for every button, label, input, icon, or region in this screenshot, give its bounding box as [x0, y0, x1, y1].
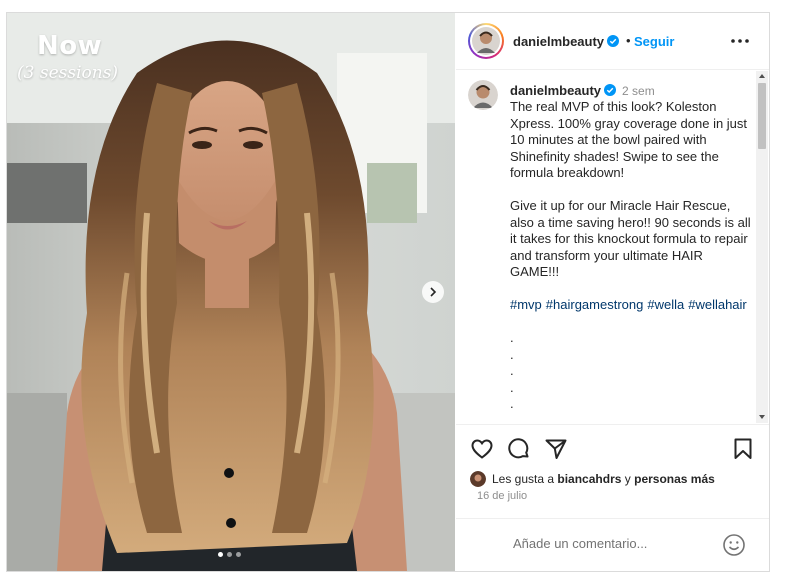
share-button[interactable] [544, 437, 568, 461]
post-side-panel: danielmbeauty • Seguir danielmbeauty 2 s… [456, 13, 769, 571]
comments-area[interactable]: danielmbeauty 2 sem The real MVP of this … [456, 71, 769, 423]
hashtag-link[interactable]: #mvp [510, 297, 542, 312]
carousel-dot [218, 552, 223, 557]
caption-header: danielmbeauty 2 sem [510, 83, 655, 98]
caption-hashtags: #mvp #hairgamestrong #wella #wellahair [510, 297, 752, 314]
verified-badge-icon [607, 35, 620, 47]
overlay-title: Now [37, 31, 103, 61]
caption-paragraph: Give it up for our Miracle Hair Rescue, … [510, 198, 751, 279]
caption-username[interactable]: danielmbeauty [510, 83, 601, 98]
likes-others-link[interactable]: personas más [634, 472, 715, 486]
caption-dot: . [510, 379, 514, 395]
header-username-text: danielmbeauty [513, 34, 605, 49]
comment-button[interactable] [507, 437, 531, 461]
likes-summary[interactable]: Les gusta a biancahdrs y personas más [470, 469, 715, 489]
caption-dot: . [510, 330, 514, 345]
header-username[interactable]: danielmbeauty [513, 34, 620, 49]
comments-scrollbar[interactable] [756, 71, 768, 423]
like-button[interactable] [470, 437, 494, 461]
caption-dot: . [510, 363, 514, 378]
bookmark-icon [734, 438, 752, 459]
caption-dot: . [510, 396, 514, 411]
more-options-button[interactable] [728, 31, 752, 51]
caption-avatar[interactable] [468, 80, 498, 110]
follow-button[interactable]: Seguir [634, 34, 674, 49]
avatar-image [472, 27, 500, 55]
scroll-down-arrow-icon[interactable] [759, 415, 765, 419]
save-button[interactable] [731, 437, 755, 461]
likes-middle: y [624, 472, 631, 486]
carousel-next-button[interactable] [422, 281, 444, 303]
post-photo [7, 13, 455, 571]
post-media[interactable]: Now (3 sessions) [7, 13, 455, 571]
post-dialog: Now (3 sessions) danielmbeauty • Seguir … [6, 12, 770, 572]
caption-text: The real MVP of this look? Koleston Xpre… [510, 99, 752, 413]
scroll-up-arrow-icon[interactable] [759, 74, 765, 78]
header-separator: • [626, 33, 631, 48]
caption-time[interactable]: 2 sem [622, 84, 655, 98]
comment-input[interactable] [513, 536, 713, 551]
caption-dot: . [510, 346, 514, 362]
share-icon [545, 439, 567, 459]
heart-icon [471, 439, 493, 459]
hashtag-link[interactable]: #wella [647, 297, 684, 312]
chevron-right-icon [430, 287, 437, 297]
more-options-icon [731, 39, 749, 43]
overlay-subtitle: (3 sessions) [17, 63, 119, 83]
action-bar [456, 424, 769, 472]
carousel-dot [236, 552, 241, 557]
emoji-button[interactable] [722, 533, 746, 557]
post-header: danielmbeauty • Seguir [456, 13, 769, 70]
liker-avatar [470, 471, 486, 487]
likes-prefix: Les gusta a [492, 472, 555, 486]
scroll-thumb[interactable] [758, 83, 766, 149]
hashtag-link[interactable]: #wellahair [688, 297, 747, 312]
hashtag-link[interactable]: #hairgamestrong [546, 297, 644, 312]
verified-badge-icon [604, 84, 617, 96]
emoji-icon [723, 534, 745, 556]
carousel-dot [227, 552, 232, 557]
add-comment-bar [456, 518, 769, 571]
comment-icon [508, 438, 529, 459]
post-date[interactable]: 16 de julio [477, 490, 527, 502]
liker-username[interactable]: biancahdrs [557, 472, 621, 486]
header-avatar[interactable] [468, 23, 504, 59]
carousel-indicator [218, 552, 241, 557]
avatar-image [468, 80, 498, 110]
avatar-image [470, 471, 486, 487]
caption-paragraph: The real MVP of this look? Koleston Xpre… [510, 99, 748, 180]
